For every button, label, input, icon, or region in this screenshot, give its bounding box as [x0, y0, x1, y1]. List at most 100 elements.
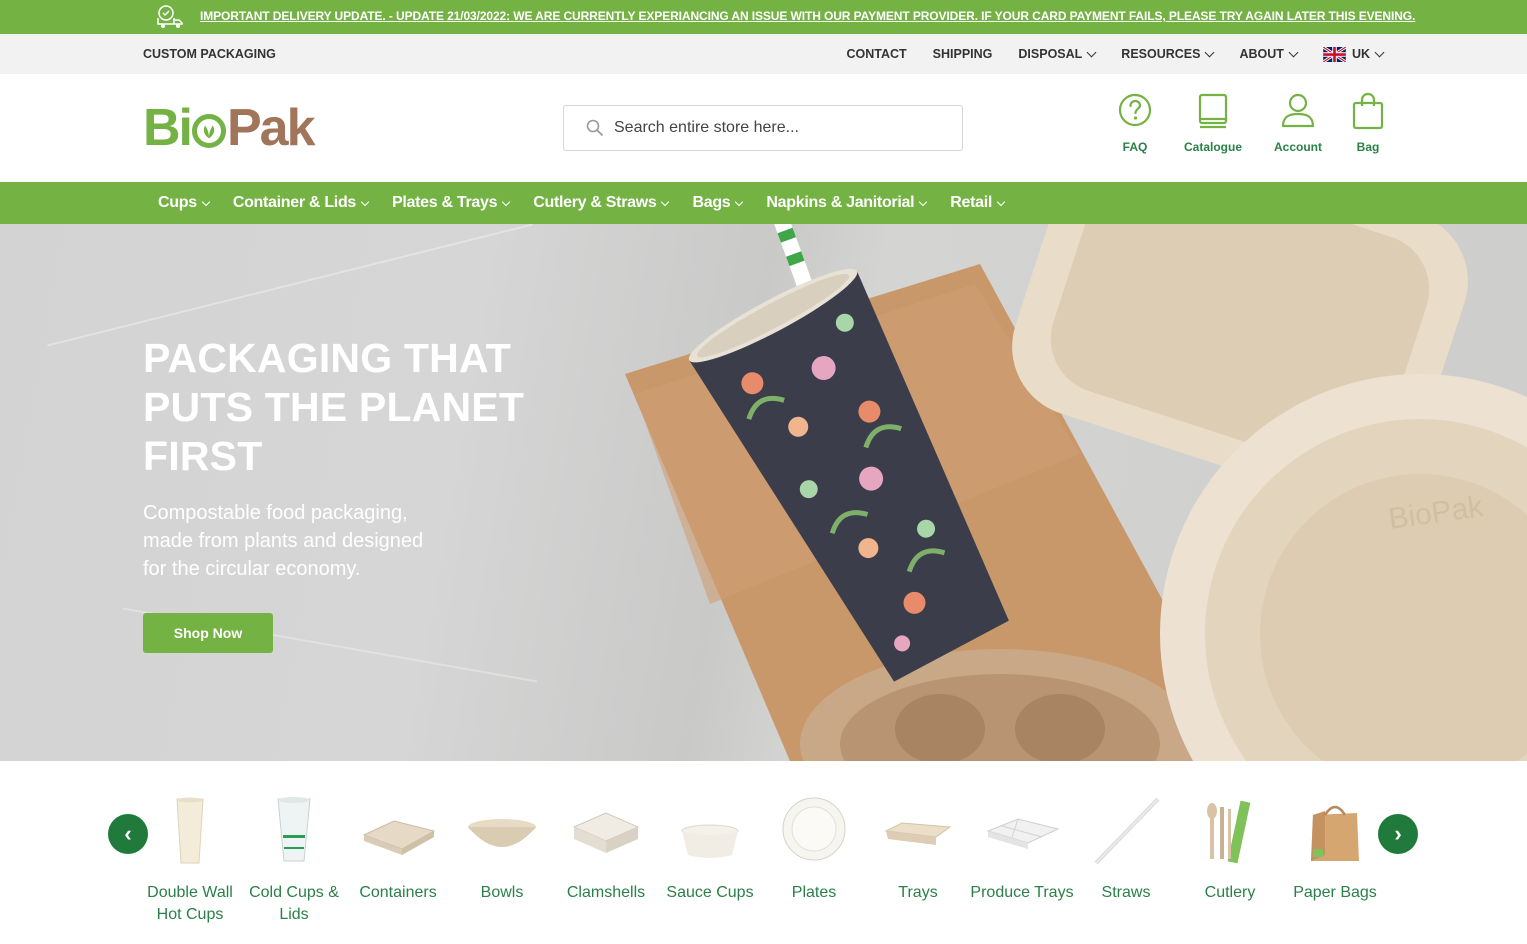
carousel-item-label: Clamshells	[566, 884, 646, 901]
carousel-item-bowls[interactable]: Bowls	[452, 797, 552, 904]
chevron-down-icon	[1086, 47, 1097, 57]
delivery-truck-icon	[157, 5, 183, 28]
contact-label: CONTACT	[846, 47, 907, 61]
nav-cutlery-straws[interactable]: Cutlery & Straws	[533, 194, 670, 212]
carousel-item-label: Double Wall Hot Cups	[147, 884, 233, 923]
logo-text-right: Pak	[227, 99, 316, 157]
search-box	[563, 105, 963, 151]
nav-retail[interactable]: Retail	[950, 194, 1006, 212]
nav-cups-label: Cups	[158, 194, 197, 211]
category-nav: Cups Container & Lids Plates & Trays Cut…	[0, 182, 1527, 224]
clamshell-thumbnail	[566, 797, 646, 865]
biopak-logo[interactable]: Bi Pak	[143, 99, 316, 157]
chevron-down-icon	[201, 197, 211, 206]
nav-bags[interactable]: Bags	[692, 194, 744, 212]
product-carousel: ‹ › Double Wall Hot Cups Cold Cups & Lid…	[0, 761, 1527, 944]
chevron-down-icon	[1205, 47, 1215, 57]
carousel-item-label: Plates	[791, 884, 837, 901]
bowl-thumbnail	[462, 797, 542, 865]
carousel-item-label: Cold Cups & Lids	[249, 884, 339, 923]
sauce-cup-thumbnail	[670, 797, 750, 865]
container-thumbnail	[358, 797, 438, 865]
utility-links: CONTACT SHIPPING DISPOSAL RESOURCES ABOU…	[846, 34, 1385, 74]
carousel-item-label: Containers	[359, 884, 437, 901]
about-menu[interactable]: ABOUT	[1239, 47, 1299, 61]
chevron-down-icon	[735, 197, 744, 206]
disposal-label: DISPOSAL	[1018, 47, 1083, 61]
catalogue-link[interactable]: Catalogue	[1184, 92, 1242, 154]
resources-label: RESOURCES	[1121, 47, 1201, 61]
hot-cup-thumbnail	[150, 797, 230, 865]
region-selector[interactable]: UK	[1322, 46, 1385, 62]
produce-tray-thumbnail	[982, 797, 1062, 865]
announcement-bar: IMPORTANT DELIVERY UPDATE. - UPDATE 21/0…	[0, 0, 1527, 34]
carousel-item-label: Sauce Cups	[666, 884, 754, 901]
chevron-down-icon	[1288, 47, 1299, 57]
account-label: Account	[1274, 140, 1322, 154]
shipping-link[interactable]: SHIPPING	[933, 47, 993, 61]
hero-banner: BioPak PACKAGING THAT PUTS THE PLANET FI…	[0, 224, 1527, 761]
carousel-item-straws[interactable]: Straws	[1076, 797, 1176, 904]
custom-packaging-link[interactable]: CUSTOM PACKAGING	[143, 47, 276, 61]
carousel-item-label: Straws	[1101, 884, 1151, 901]
contact-link[interactable]: CONTACT	[846, 47, 906, 61]
question-circle-icon	[1118, 93, 1152, 127]
faq-label: FAQ	[1122, 140, 1148, 154]
cutlery-thumbnail	[1190, 797, 1270, 865]
nav-cutlery-straws-label: Cutlery & Straws	[533, 194, 657, 211]
shop-now-button[interactable]: Shop Now	[143, 613, 273, 653]
paper-bag-thumbnail	[1295, 797, 1375, 865]
carousel-item-label: Cutlery	[1204, 884, 1256, 901]
carousel-item-containers[interactable]: Containers	[348, 797, 448, 904]
carousel-item-plates[interactable]: Plates	[764, 797, 864, 904]
chevron-down-icon	[360, 197, 370, 206]
hero-packaging-image: BioPak	[625, 224, 1527, 761]
catalogue-label: Catalogue	[1184, 140, 1243, 154]
user-icon	[1281, 93, 1315, 128]
site-header: Bi Pak FAQ Catalogue	[0, 74, 1527, 182]
nav-container-lids[interactable]: Container & Lids	[232, 194, 370, 212]
carousel-item-label: Trays	[898, 884, 938, 901]
carousel-item-label: Paper Bags	[1293, 884, 1377, 901]
book-icon	[1198, 93, 1228, 129]
carousel-item-paper-bags[interactable]: Paper Bags	[1285, 797, 1385, 904]
account-link[interactable]: Account	[1274, 92, 1322, 154]
logo-leaf-icon	[192, 114, 226, 148]
carousel-item-cutlery[interactable]: Cutlery	[1180, 797, 1280, 904]
announcement-link[interactable]: IMPORTANT DELIVERY UPDATE. - UPDATE 21/0…	[200, 9, 1415, 23]
utility-bar: CUSTOM PACKAGING CONTACT SHIPPING DISPOS…	[0, 34, 1527, 74]
nav-cups[interactable]: Cups	[158, 194, 211, 212]
cold-cup-thumbnail	[254, 797, 334, 865]
nav-retail-label: Retail	[950, 194, 993, 211]
nav-plates-trays-label: Plates & Trays	[392, 194, 498, 211]
resources-menu[interactable]: RESOURCES	[1121, 47, 1215, 61]
nav-container-lids-label: Container & Lids	[232, 194, 357, 211]
faq-link[interactable]: FAQ	[1117, 92, 1153, 154]
carousel-item-cold-cups-lids[interactable]: Cold Cups & Lids	[244, 797, 344, 926]
nav-napkins-janitorial[interactable]: Napkins & Janitorial	[766, 194, 928, 212]
carousel-item-trays[interactable]: Trays	[868, 797, 968, 904]
region-label: UK	[1351, 47, 1370, 61]
hero-title: PACKAGING THAT PUTS THE PLANET FIRST	[143, 335, 525, 479]
carousel-item-label: Bowls	[480, 884, 524, 901]
chevron-down-icon	[1374, 47, 1385, 57]
nav-plates-trays[interactable]: Plates & Trays	[392, 194, 511, 212]
nav-napkins-janitorial-label: Napkins & Janitorial	[766, 194, 915, 211]
chevron-down-icon	[661, 197, 670, 206]
carousel-item-label: Produce Trays	[970, 884, 1074, 901]
bag-label: Bag	[1356, 140, 1380, 154]
carousel-item-double-wall-hot-cups[interactable]: Double Wall Hot Cups	[140, 797, 240, 926]
hero-subtitle: Compostable food packaging, made from pl…	[143, 502, 424, 580]
nav-bags-label: Bags	[692, 194, 731, 211]
tray-thumbnail	[878, 797, 958, 865]
search-input[interactable]	[614, 119, 944, 137]
chevron-down-icon	[996, 197, 1006, 206]
shopping-bag-icon	[1352, 92, 1384, 130]
category-nav-items: Cups Container & Lids Plates & Trays Cut…	[158, 182, 1006, 224]
carousel-item-sauce-cups[interactable]: Sauce Cups	[660, 797, 760, 904]
carousel-item-produce-trays[interactable]: Produce Trays	[970, 797, 1074, 904]
chevron-down-icon	[919, 197, 928, 206]
bag-link[interactable]: Bag	[1350, 92, 1386, 154]
disposal-menu[interactable]: DISPOSAL	[1018, 47, 1097, 61]
carousel-item-clamshells[interactable]: Clamshells	[556, 797, 656, 904]
